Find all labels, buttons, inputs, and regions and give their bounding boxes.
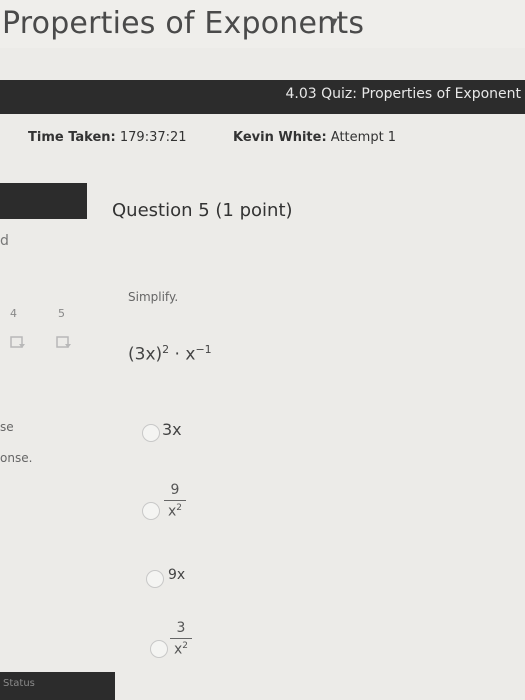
question-expression: (3x)2 · x−1 bbox=[128, 343, 212, 365]
fraction-bar bbox=[164, 500, 187, 501]
option-b-radio[interactable] bbox=[142, 502, 160, 520]
question-nav-5[interactable]: 5 bbox=[58, 307, 65, 320]
status-label: Status bbox=[3, 678, 35, 689]
time-taken-label: Time Taken: bbox=[28, 130, 116, 145]
option-a-text[interactable]: 3x bbox=[162, 420, 182, 439]
time-taken-value: 179:37:21 bbox=[119, 130, 187, 145]
option-d-denominator-wrap: x2 bbox=[170, 641, 192, 658]
option-b-denominator-exponent: 2 bbox=[176, 503, 183, 513]
option-c-text[interactable]: 9x bbox=[168, 567, 185, 583]
option-b-numerator: 9 bbox=[170, 482, 180, 498]
question-nav-4[interactable]: 4 bbox=[10, 307, 17, 320]
expression-exponent-2: −1 bbox=[195, 343, 212, 356]
page-icon[interactable] bbox=[56, 336, 72, 350]
option-b-fraction[interactable]: 9 x2 bbox=[164, 482, 187, 520]
option-a-radio[interactable] bbox=[142, 424, 160, 442]
option-c-radio[interactable] bbox=[146, 570, 164, 588]
quiz-title: 4.03 Quiz: Properties of Exponent bbox=[285, 86, 522, 102]
page-icon[interactable] bbox=[10, 336, 26, 350]
question-prompt: Simplify. bbox=[128, 290, 179, 304]
page-title[interactable]: Properties of Exponents bbox=[2, 6, 364, 41]
option-d-fraction[interactable]: 3 x2 bbox=[170, 620, 193, 658]
sidebar-header-block bbox=[0, 183, 87, 219]
user-name: Kevin White: bbox=[233, 130, 327, 145]
option-d-denominator-exponent: 2 bbox=[182, 641, 189, 651]
attempt-label: Attempt 1 bbox=[330, 130, 397, 145]
option-d-numerator: 3 bbox=[176, 620, 186, 636]
attempt-info: Kevin White: Attempt 1 bbox=[233, 130, 396, 145]
time-taken: Time Taken: 179:37:21 bbox=[28, 130, 187, 145]
fraction-bar bbox=[170, 638, 193, 639]
expression-middle: · x bbox=[169, 344, 196, 365]
sidebar-text-fragment: se bbox=[0, 420, 14, 434]
expression-base: (3x) bbox=[128, 344, 163, 365]
question-heading: Question 5 (1 point) bbox=[112, 200, 293, 221]
sidebar-text-fragment: d bbox=[0, 233, 9, 249]
caret-down-icon[interactable]: ▼ bbox=[330, 17, 338, 28]
option-d-radio[interactable] bbox=[150, 640, 168, 658]
sidebar-text-fragment: onse. bbox=[0, 451, 33, 465]
option-b-denominator-wrap: x2 bbox=[164, 503, 186, 520]
